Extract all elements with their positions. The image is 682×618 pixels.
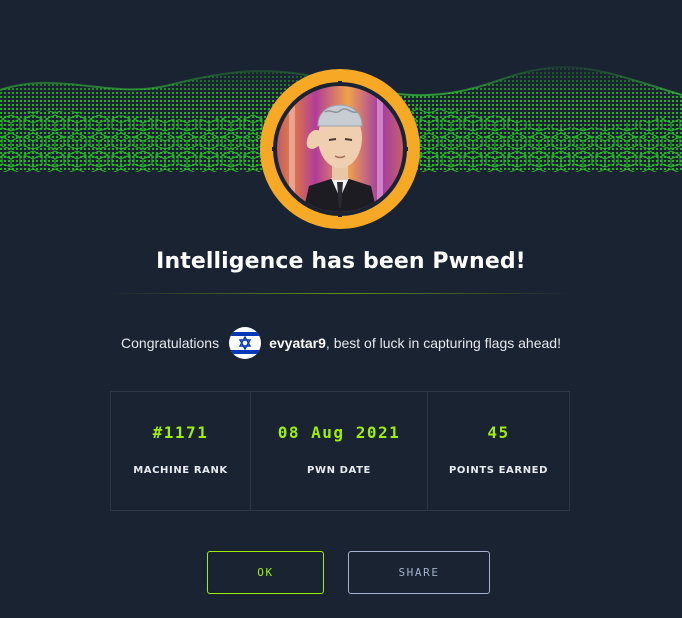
stat-pwn-date: 08 Aug 2021 PWN DATE <box>250 392 427 510</box>
stat-points-earned: 45 POINTS EARNED <box>427 392 569 510</box>
israel-flag-icon <box>229 327 262 359</box>
pwn-date-value: 08 Aug 2021 <box>277 423 401 442</box>
title-divider <box>112 293 570 294</box>
machine-rank-value: #1171 <box>152 423 209 442</box>
modal-title: Intelligence has been Pwned! <box>156 249 526 274</box>
machine-avatar-icon <box>260 69 420 229</box>
stat-machine-rank: #1171 MACHINE RANK <box>111 392 250 510</box>
share-button[interactable]: SHARE <box>348 551 490 594</box>
congrats-message: Congratulations evyatar9 , best of luck … <box>0 326 682 360</box>
points-earned-label: POINTS EARNED <box>449 465 548 476</box>
pwn-date-label: PWN DATE <box>307 465 371 476</box>
machine-rank-label: MACHINE RANK <box>133 465 228 476</box>
congrats-suffix: , best of luck in capturing flags ahead! <box>325 335 561 351</box>
username-link[interactable]: evyatar9 <box>269 335 326 351</box>
stats-panel: #1171 MACHINE RANK 08 Aug 2021 PWN DATE … <box>110 391 570 511</box>
congrats-prefix: Congratulations <box>121 335 220 351</box>
ok-button[interactable]: OK <box>207 551 324 594</box>
machine-avatar <box>259 68 421 230</box>
points-earned-value: 45 <box>487 423 510 442</box>
